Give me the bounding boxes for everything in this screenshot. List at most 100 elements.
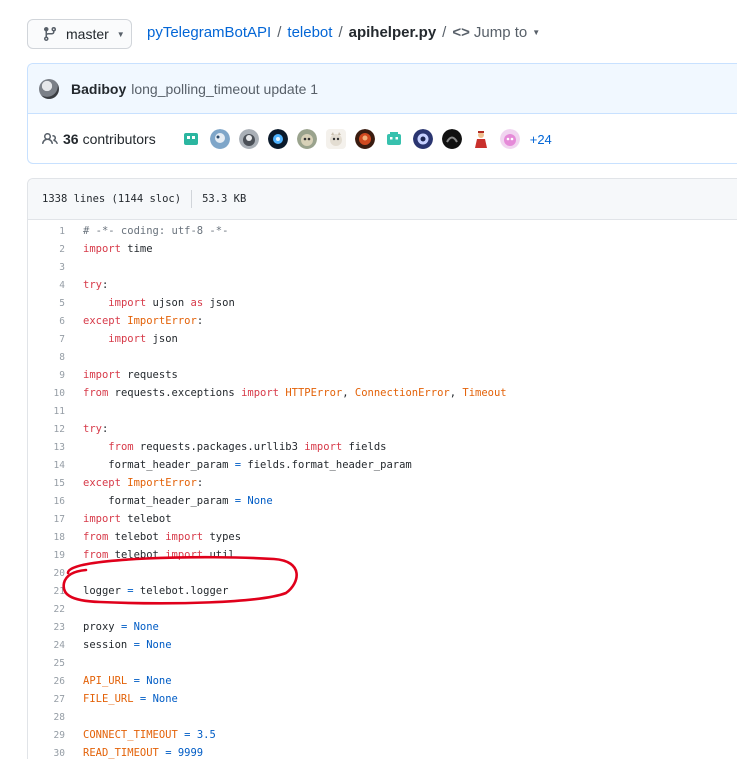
contributor-avatar[interactable] [412, 129, 433, 149]
line-number[interactable]: 29 [28, 730, 66, 741]
code-line: 25 [28, 654, 737, 672]
code-token: None [152, 693, 178, 705]
line-number[interactable]: 22 [28, 604, 66, 615]
code-text: import requests [66, 369, 178, 381]
code-text: logger = telebot.logger [66, 585, 228, 597]
code-token: try [83, 423, 102, 435]
line-number[interactable]: 12 [28, 424, 66, 435]
git-branch-icon [42, 26, 58, 42]
code-token: None [146, 639, 172, 651]
line-number[interactable]: 11 [28, 406, 66, 417]
code-token: , [449, 387, 463, 399]
code-token: json [203, 297, 235, 309]
code-token: fields.format_header_param [241, 459, 412, 471]
code-token: None [247, 495, 273, 507]
contributor-avatar[interactable] [209, 129, 230, 149]
code-text: CONNECT_TIMEOUT = 3.5 [66, 729, 216, 741]
line-number[interactable]: 27 [28, 694, 66, 705]
breadcrumb-repo-link[interactable]: pyTelegramBotAPI [147, 24, 271, 41]
breadcrumb-folder-link[interactable]: telebot [287, 24, 332, 41]
commit-message-link[interactable]: long_polling_timeout update 1 [131, 81, 318, 97]
contributor-avatar[interactable] [325, 129, 346, 149]
code-line: 27 FILE_URL = None [28, 690, 737, 708]
code-token: time [120, 243, 153, 255]
contributor-avatar[interactable] [354, 129, 375, 149]
code-text: try: [66, 423, 108, 435]
code-token: ImportError [127, 477, 197, 489]
line-number[interactable]: 23 [28, 622, 66, 633]
line-number[interactable]: 4 [28, 280, 66, 291]
line-number[interactable]: 6 [28, 316, 66, 327]
line-number[interactable]: 24 [28, 640, 66, 651]
code-token: requests.exceptions [108, 387, 242, 399]
line-number[interactable]: 19 [28, 550, 66, 561]
more-contributors-link[interactable]: +24 [530, 132, 552, 147]
code-line: 7 import json [28, 330, 737, 348]
code-listing[interactable]: 1 # -*- coding: utf-8 -*- 2 import time 3 4 tr… [28, 221, 737, 759]
code-token: CONNECT_TIMEOUT [83, 729, 178, 741]
contributor-avatar[interactable] [499, 129, 520, 149]
line-number[interactable]: 20 [28, 568, 66, 579]
contributors-count[interactable]: 36 [63, 131, 79, 147]
contributor-avatar[interactable] [238, 129, 259, 149]
file-info-bar: 1338 lines (1144 sloc) 53.3 KB [28, 179, 737, 220]
line-number[interactable]: 25 [28, 658, 66, 669]
line-number[interactable]: 18 [28, 532, 66, 543]
contributor-avatar[interactable] [267, 129, 288, 149]
code-token: import [165, 531, 204, 543]
code-token: : [196, 315, 204, 327]
contributor-avatar[interactable] [383, 129, 404, 149]
branch-select-button[interactable]: master ▼ [27, 19, 132, 49]
latest-commit-box: Badiboy long_polling_timeout update 1 36… [27, 63, 737, 164]
contributor-avatar[interactable] [180, 129, 201, 149]
code-text: # -*- coding: utf-8 -*- [66, 225, 228, 237]
line-number[interactable]: 21 [28, 586, 66, 597]
people-icon [42, 131, 58, 147]
code-token: fields [342, 441, 387, 453]
line-number[interactable]: 13 [28, 442, 66, 453]
contributor-avatar[interactable] [470, 129, 491, 149]
jump-to-button[interactable]: <> Jump to ▼ [452, 24, 540, 41]
code-line: 8 [28, 348, 737, 366]
code-line: 16 format_header_param = None [28, 492, 737, 510]
code-token: 9999 [177, 747, 204, 759]
code-token: telebot [120, 513, 172, 525]
code-text: format_header_param = fields.format_head… [66, 459, 412, 471]
code-token: except [83, 315, 121, 327]
contributor-avatar[interactable] [296, 129, 317, 149]
line-number[interactable]: 3 [28, 262, 66, 273]
line-number[interactable]: 9 [28, 370, 66, 381]
line-number[interactable]: 15 [28, 478, 66, 489]
contributor-avatar[interactable] [441, 129, 462, 149]
line-number[interactable]: 1 [28, 226, 66, 237]
code-token: None [133, 621, 159, 633]
chevron-down-icon: ▼ [532, 27, 541, 37]
code-line: 3 [28, 258, 737, 276]
line-number[interactable]: 17 [28, 514, 66, 525]
avatar[interactable] [39, 78, 59, 99]
line-number[interactable]: 26 [28, 676, 66, 687]
line-number[interactable]: 2 [28, 244, 66, 255]
line-number[interactable]: 16 [28, 496, 66, 507]
breadcrumb: pyTelegramBotAPI / telebot / apihelper.p… [147, 22, 540, 42]
contributors-label[interactable]: contributors [83, 131, 156, 147]
code-token: ImportError [127, 315, 197, 327]
line-number[interactable]: 14 [28, 460, 66, 471]
line-number[interactable]: 28 [28, 712, 66, 723]
line-number[interactable]: 10 [28, 388, 66, 399]
code-token: format_header_param [83, 459, 235, 471]
code-token: from [83, 387, 109, 399]
line-number[interactable]: 5 [28, 298, 66, 309]
line-number[interactable]: 8 [28, 352, 66, 363]
breadcrumb-file-name: apihelper.py [348, 23, 437, 41]
code-token: format_header_param [83, 495, 235, 507]
code-token: from [83, 549, 109, 561]
line-number[interactable]: 30 [28, 748, 66, 759]
code-token: except [83, 477, 121, 489]
commit-author-link[interactable]: Badiboy [71, 81, 126, 97]
code-text: try: [66, 279, 108, 291]
line-number[interactable]: 7 [28, 334, 66, 345]
breadcrumb-separator: / [442, 23, 447, 41]
code-line: 14 format_header_param = fields.format_h… [28, 456, 737, 474]
